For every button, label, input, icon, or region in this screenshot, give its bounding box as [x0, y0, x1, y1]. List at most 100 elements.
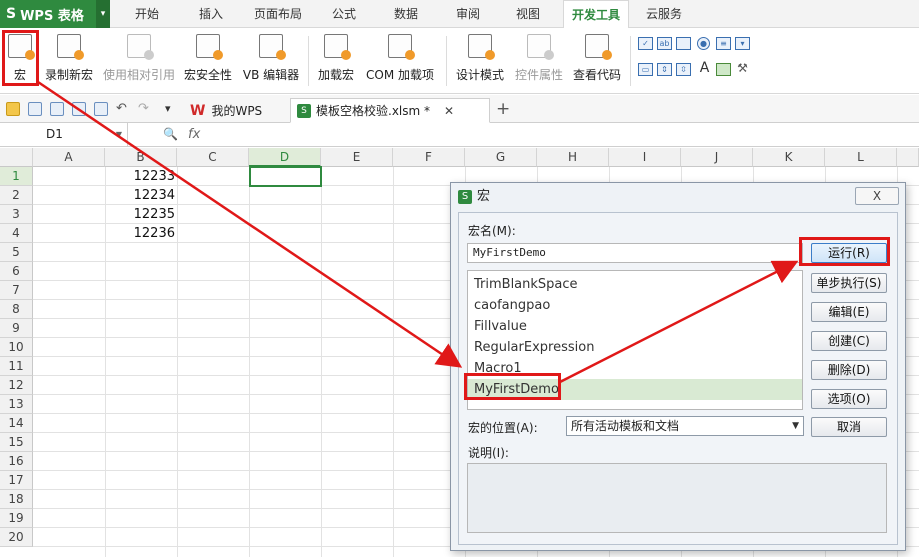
save-icon[interactable] — [28, 102, 42, 116]
column-header[interactable]: A — [33, 148, 105, 167]
frame-control-icon[interactable]: ▭ — [638, 63, 653, 76]
row-header[interactable]: 16 — [0, 452, 33, 471]
row-header[interactable]: 10 — [0, 338, 33, 357]
chevron-down-icon[interactable]: ▼ — [116, 123, 122, 146]
relative-ref-button[interactable]: 使用相对引用 — [100, 32, 178, 90]
row-header[interactable]: 17 — [0, 471, 33, 490]
textbox-control-icon[interactable]: ab — [657, 37, 672, 50]
scrollbar-control-icon[interactable]: ⇳ — [676, 63, 691, 76]
tab-formulas[interactable]: 公式 — [320, 0, 368, 28]
row-header[interactable]: 7 — [0, 281, 33, 300]
delete-button[interactable]: 删除(D) — [811, 360, 887, 380]
row-header[interactable]: 13 — [0, 395, 33, 414]
fx-button[interactable]: fx — [188, 123, 200, 146]
vb-editor-button[interactable]: VB 编辑器 — [240, 32, 302, 90]
tab-data[interactable]: 数据 — [382, 0, 430, 28]
zoom-icon[interactable]: 🔍 — [163, 127, 178, 141]
print-icon[interactable] — [72, 102, 86, 116]
cell-b1[interactable]: 12233 — [105, 169, 175, 184]
column-header[interactable]: L — [825, 148, 897, 167]
print-preview-icon[interactable] — [94, 102, 108, 116]
row-header[interactable]: 4 — [0, 224, 33, 243]
spin-control-icon[interactable]: ⇕ — [657, 63, 672, 76]
design-mode-button[interactable]: 设计模式 — [452, 32, 508, 90]
row-header[interactable]: 20 — [0, 528, 33, 547]
cell-b2[interactable]: 12234 — [105, 188, 175, 203]
tab-document[interactable]: S 模板空格校验.xlsm * ✕ — [290, 98, 490, 123]
export-icon[interactable] — [50, 102, 64, 116]
column-header[interactable]: K — [753, 148, 825, 167]
view-code-button[interactable]: 查看代码 — [570, 32, 624, 90]
radio-control-icon[interactable]: ● — [697, 37, 710, 50]
tab-my-wps[interactable]: W 我的WPS — [184, 98, 290, 123]
com-addin-button[interactable]: COM 加载项 — [362, 32, 438, 90]
column-header[interactable]: F — [393, 148, 465, 167]
column-header[interactable]: D — [249, 148, 321, 167]
location-select[interactable]: 所有活动模板和文档 ▼ — [566, 416, 804, 436]
edit-button[interactable]: 编辑(E) — [811, 302, 887, 322]
select-all-corner[interactable] — [0, 148, 33, 167]
row-header[interactable]: 2 — [0, 186, 33, 205]
options-button[interactable]: 选项(O) — [811, 389, 887, 409]
description-box[interactable] — [467, 463, 887, 533]
row-header[interactable]: 3 — [0, 205, 33, 224]
dialog-close-button[interactable]: X — [855, 187, 899, 205]
close-icon[interactable]: ✕ — [444, 104, 454, 118]
selected-cell-d1[interactable] — [249, 166, 322, 187]
image-control-icon[interactable] — [716, 63, 731, 76]
button-control-icon[interactable] — [676, 37, 691, 50]
macro-name-input[interactable]: MyFirstDemo — [467, 243, 803, 263]
column-header[interactable]: B — [105, 148, 177, 167]
name-box[interactable]: D1 ▼ — [0, 123, 128, 146]
row-header[interactable]: 6 — [0, 262, 33, 281]
open-folder-icon[interactable] — [6, 102, 20, 116]
tab-page-layout[interactable]: 页面布局 — [246, 0, 310, 28]
macro-security-button[interactable]: 宏安全性 — [180, 32, 236, 90]
row-header[interactable]: 15 — [0, 433, 33, 452]
row-header[interactable]: 12 — [0, 376, 33, 395]
list-item[interactable]: Fillvalue — [468, 316, 802, 337]
control-props-button[interactable]: 控件属性 — [512, 32, 566, 90]
new-tab-icon[interactable]: + — [496, 99, 510, 119]
column-header[interactable]: I — [609, 148, 681, 167]
more-controls-icon[interactable]: ⚒ — [735, 62, 750, 76]
tab-developer[interactable]: 开发工具 — [563, 0, 629, 29]
cancel-button[interactable]: 取消 — [811, 417, 887, 437]
load-macro-button[interactable]: 加载宏 — [314, 32, 358, 90]
column-header[interactable]: C — [177, 148, 249, 167]
tab-cloud[interactable]: 云服务 — [640, 0, 688, 28]
chevron-down-icon[interactable]: ▾ — [96, 0, 110, 28]
tab-insert[interactable]: 插入 — [186, 0, 236, 28]
row-header[interactable]: 14 — [0, 414, 33, 433]
customize-icon[interactable]: ▾ — [165, 102, 179, 116]
cell-b4[interactable]: 12236 — [105, 226, 175, 241]
row-header[interactable]: 8 — [0, 300, 33, 319]
list-item[interactable]: RegularExpression — [468, 337, 802, 358]
column-header[interactable] — [897, 148, 919, 167]
column-header[interactable]: G — [465, 148, 537, 167]
label-control-icon[interactable]: A — [697, 61, 712, 76]
row-header[interactable]: 11 — [0, 357, 33, 376]
tab-review[interactable]: 审阅 — [444, 0, 492, 28]
list-item[interactable]: TrimBlankSpace — [468, 274, 802, 295]
checkbox-control-icon[interactable]: ✓ — [638, 37, 653, 50]
app-menu-button[interactable]: S WPS 表格 ▾ — [0, 0, 110, 28]
column-header[interactable]: J — [681, 148, 753, 167]
row-header[interactable]: 19 — [0, 509, 33, 528]
column-header[interactable]: H — [537, 148, 609, 167]
create-button[interactable]: 创建(C) — [811, 331, 887, 351]
tab-view[interactable]: 视图 — [504, 0, 552, 28]
record-macro-button[interactable]: 录制新宏 — [42, 32, 96, 90]
combobox-control-icon[interactable]: ▾ — [735, 37, 750, 50]
row-header[interactable]: 1 — [0, 167, 33, 186]
column-header[interactable]: E — [321, 148, 393, 167]
redo-icon[interactable]: ↷ — [138, 102, 152, 116]
row-header[interactable]: 5 — [0, 243, 33, 262]
row-header[interactable]: 9 — [0, 319, 33, 338]
step-button[interactable]: 单步执行(S) — [811, 273, 887, 293]
undo-icon[interactable]: ↶ — [116, 102, 130, 116]
tab-start[interactable]: 开始 — [122, 0, 172, 28]
row-header[interactable]: 18 — [0, 490, 33, 509]
cell-b3[interactable]: 12235 — [105, 207, 175, 222]
list-item[interactable]: caofangpao — [468, 295, 802, 316]
